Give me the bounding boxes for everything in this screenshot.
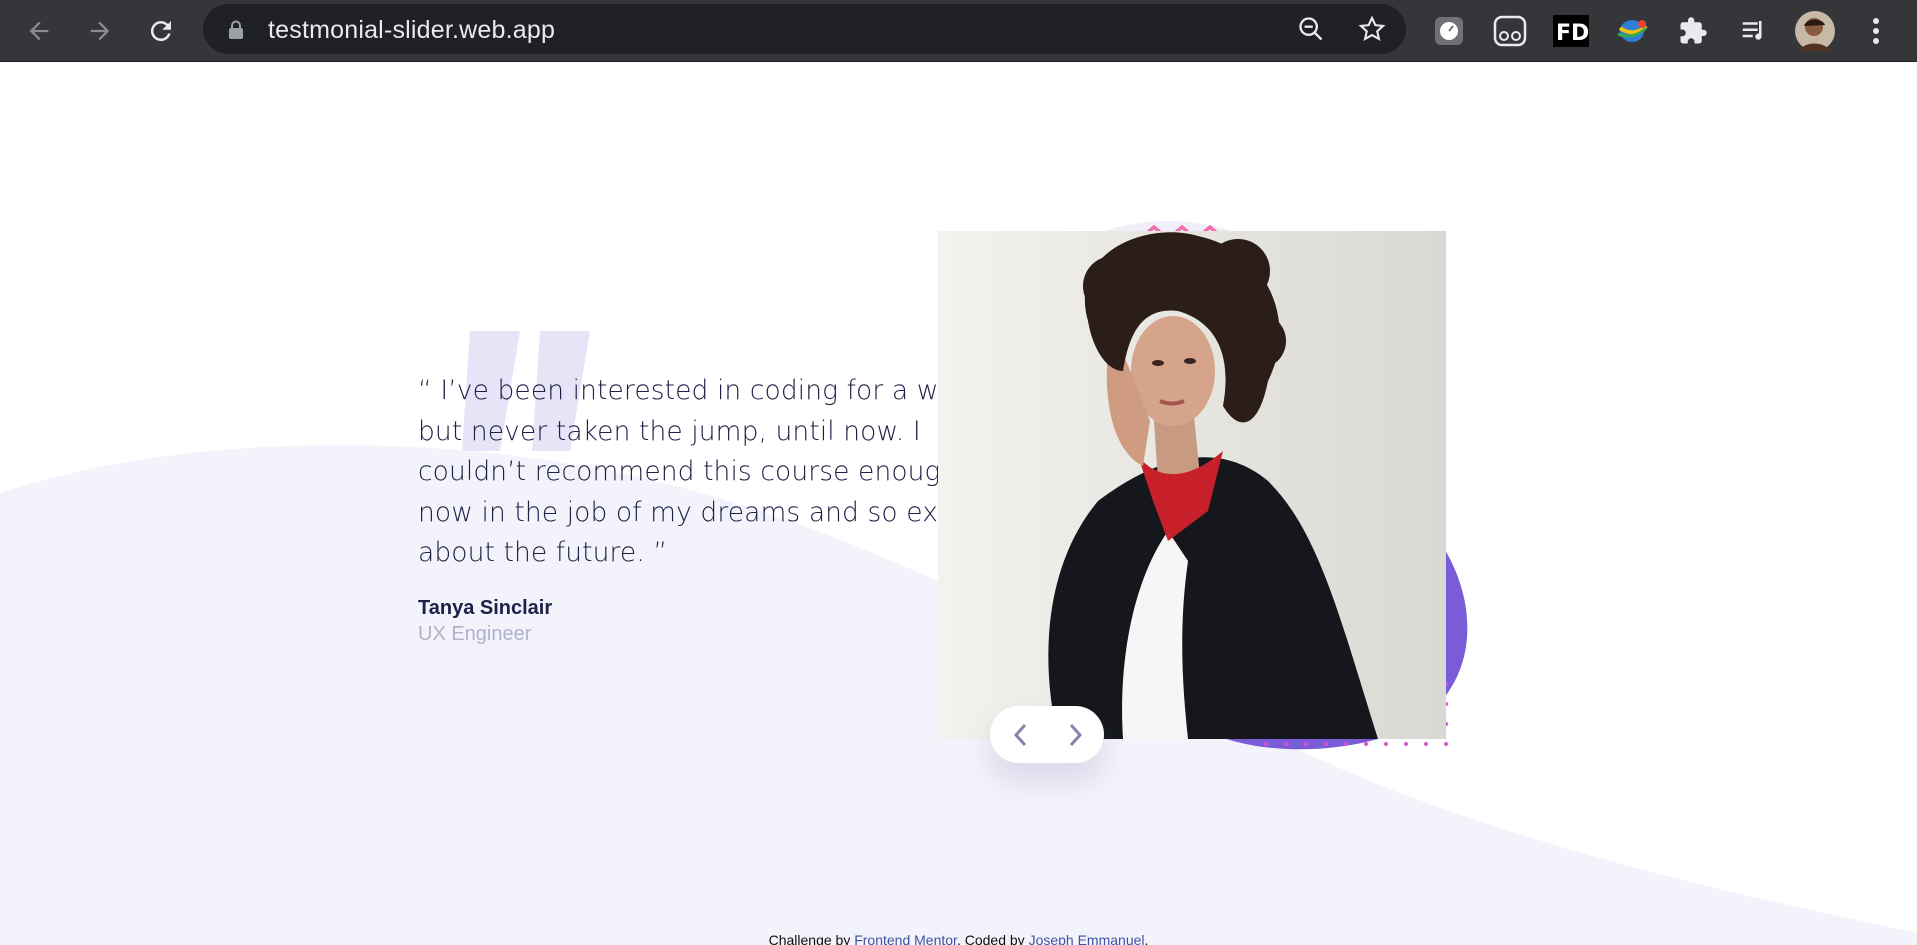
browser-menu-icon[interactable] <box>1856 11 1896 51</box>
slider-controls <box>990 706 1104 763</box>
author-role: UX Engineer <box>418 623 532 645</box>
lock-icon <box>229 20 243 39</box>
frontend-mentor-link[interactable]: Frontend Mentor <box>854 932 957 945</box>
extensions-puzzle-icon[interactable] <box>1673 11 1713 51</box>
author-photo <box>938 231 1446 739</box>
attribution-footer: Challenge by Frontend Mentor. Coded by J… <box>0 932 1917 945</box>
page-content: “ I’ve been interested in coding for a w… <box>0 63 1917 945</box>
extension-glasses-icon[interactable] <box>1490 11 1530 51</box>
back-button[interactable] <box>17 9 61 53</box>
testimonial-photo-block <box>938 221 1468 750</box>
url-text: testmonial-slider.web.app <box>268 16 556 44</box>
reading-list-icon[interactable] <box>1734 11 1774 51</box>
footer-prefix: Challenge by <box>768 932 855 945</box>
extension-fd-icon[interactable]: FD <box>1551 11 1591 51</box>
arrow-right-icon <box>90 21 110 41</box>
chevron-left-icon <box>1013 723 1027 746</box>
forward-button[interactable] <box>78 9 122 53</box>
zoom-out-icon[interactable] <box>1297 15 1325 43</box>
profile-avatar[interactable] <box>1795 11 1835 51</box>
author-link[interactable]: Joseph Emmanuel <box>1029 932 1145 945</box>
author-name: Tanya Sinclair <box>418 597 553 619</box>
extension-clock-icon[interactable] <box>1429 11 1469 51</box>
reload-button[interactable] <box>139 9 183 53</box>
previous-button[interactable] <box>998 714 1042 755</box>
footer-suffix: . <box>1144 932 1149 945</box>
bookmark-star-icon[interactable] <box>1358 15 1386 43</box>
address-bar[interactable]: testmonial-slider.web.app <box>203 4 1406 54</box>
next-button[interactable] <box>1054 714 1098 755</box>
browser-toolbar: testmonial-slider.web.app FD <box>0 0 1917 62</box>
chevron-right-icon <box>1069 723 1083 746</box>
arrow-left-icon <box>29 21 49 41</box>
svg-text:FD: FD <box>1556 21 1589 46</box>
reload-icon <box>150 21 171 42</box>
extension-globe-icon[interactable] <box>1612 11 1652 51</box>
footer-middle: . Coded by <box>956 932 1029 945</box>
